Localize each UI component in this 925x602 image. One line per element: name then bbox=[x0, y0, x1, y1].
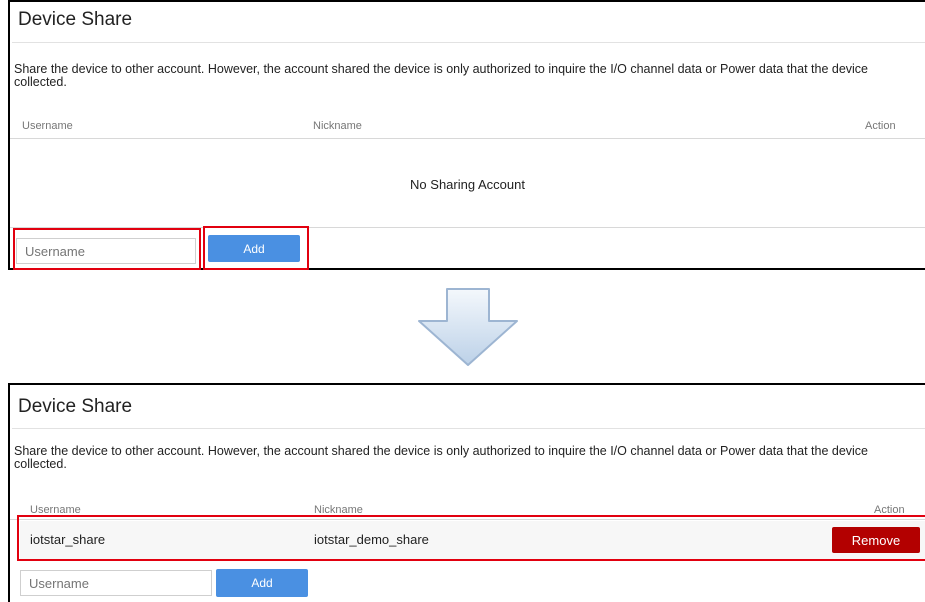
highlight-username-input bbox=[13, 228, 201, 270]
highlight-shared-row bbox=[17, 515, 925, 561]
device-share-panel-before: Device Share Share the device to other a… bbox=[8, 0, 925, 270]
highlight-add-button bbox=[203, 226, 309, 270]
username-input[interactable] bbox=[20, 570, 212, 596]
page-title: Device Share bbox=[18, 396, 133, 417]
column-header-nickname: Nickname bbox=[313, 120, 362, 132]
share-description: Share the device to other account. Howev… bbox=[14, 62, 868, 89]
device-share-panel-after: Device Share Share the device to other a… bbox=[8, 383, 925, 602]
title-divider bbox=[12, 42, 925, 43]
down-arrow-icon bbox=[418, 288, 518, 366]
column-header-username: Username bbox=[22, 120, 73, 132]
page-title: Device Share bbox=[18, 9, 133, 30]
empty-state-message: No Sharing Account bbox=[410, 177, 525, 192]
column-header-action: Action bbox=[865, 120, 896, 132]
add-button[interactable]: Add bbox=[216, 569, 308, 597]
header-divider bbox=[10, 138, 925, 139]
title-divider bbox=[12, 428, 925, 429]
share-description: Share the device to other account. Howev… bbox=[14, 444, 868, 471]
